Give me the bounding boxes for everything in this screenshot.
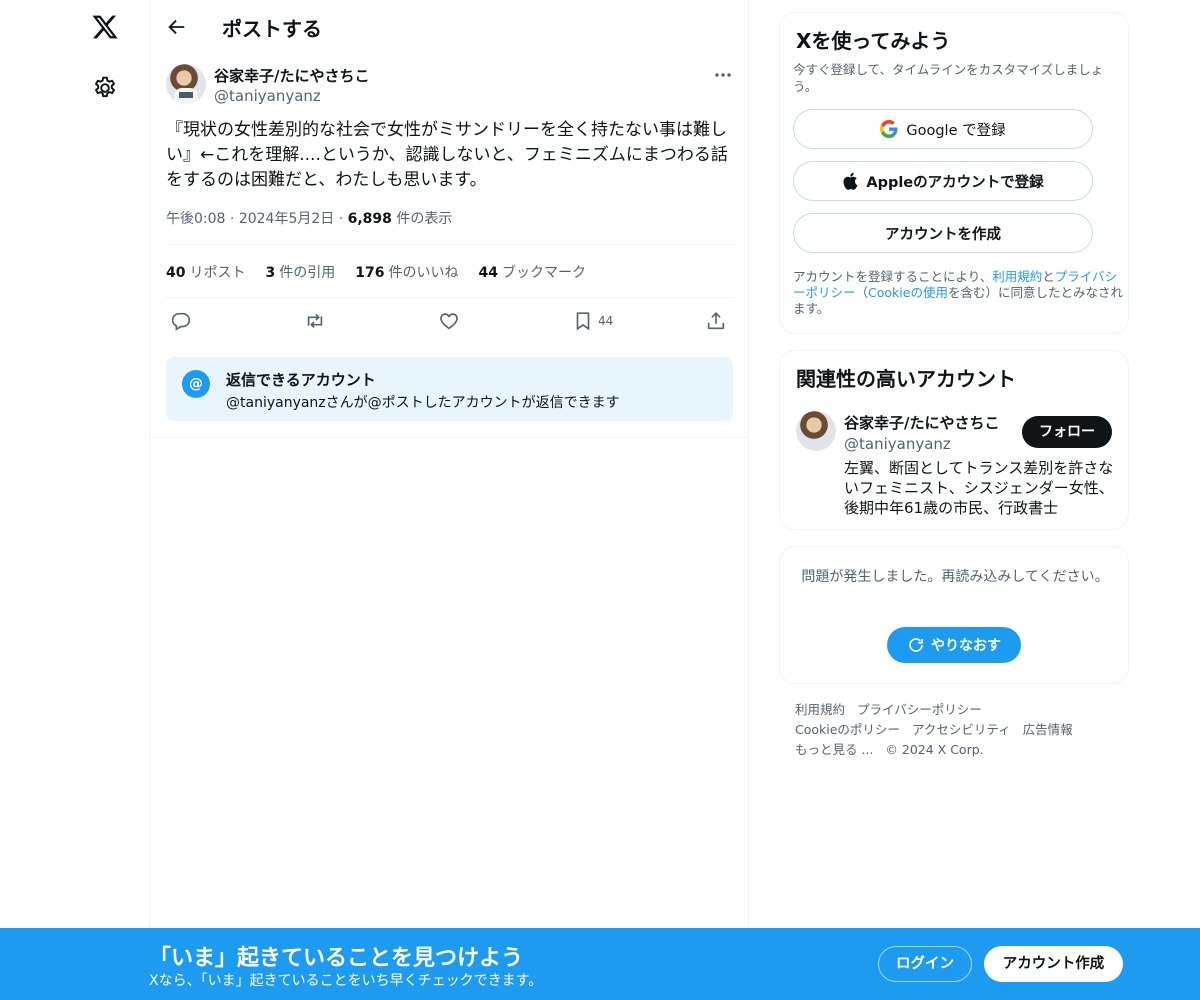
views-count: 6,898: [347, 211, 392, 227]
stat-label: 件の引用: [279, 265, 336, 281]
footer-links: 利用規約 プライバシーポリシー Cookieのポリシー アクセシビリティ 広告情報 も…: [795, 700, 1115, 760]
cookie-link[interactable]: Cookieの使用: [868, 285, 948, 300]
like-button[interactable]: [438, 309, 460, 333]
arrow-left-icon[interactable]: [166, 16, 188, 38]
bookmark-icon: [576, 312, 590, 331]
avatar-shirt-print: [179, 92, 193, 98]
author-name[interactable]: 谷家幸子/たにやさちこ: [214, 65, 369, 86]
stat-bookmarks[interactable]: 44 ブックマーク: [478, 262, 585, 282]
reply-restriction-notice: @ 返信できるアカウント @taniyanyanzさんが@ポストしたアカウントが…: [166, 357, 733, 421]
x-logo-icon[interactable]: [91, 13, 119, 41]
post-actions: 44: [166, 309, 734, 333]
stat-count: 176: [355, 265, 385, 281]
stat-label: 件のいいね: [388, 265, 459, 281]
heart-icon: [440, 313, 458, 330]
post-meta: 午後0:08 · 2024年5月2日 · 6,898 件の表示: [166, 208, 452, 228]
stat-count: 3: [265, 265, 276, 281]
views-label: 件の表示: [396, 211, 453, 227]
share-button[interactable]: [705, 309, 727, 333]
refresh-icon: [909, 638, 923, 652]
repost-button[interactable]: [304, 309, 326, 333]
left-nav: [0, 0, 150, 1000]
related-account-bio: 左翼、断固としてトランス差別を許さないフェミニスト、シスジェンダー女性、後期中年…: [844, 459, 1114, 517]
repost-icon: [307, 313, 323, 329]
reply-restriction-title: 返信できるアカウント: [226, 371, 376, 389]
error-card: 問題が発生しました。再読み込みしてください。 やりなおす: [779, 546, 1129, 684]
divider: [166, 297, 734, 298]
legal-and: と: [1042, 269, 1055, 284]
create-account-label: アカウントを作成: [885, 226, 1001, 243]
post-stats: 40 リポスト 3 件の引用 176 件のいいね 44 ブックマーク: [166, 262, 586, 282]
banner-create-account-button[interactable]: アカウント作成: [984, 946, 1123, 982]
related-account-handle[interactable]: @taniyanyanz: [844, 435, 951, 453]
related-account-name[interactable]: 谷家幸子/たにやさちこ: [844, 412, 999, 433]
stat-label: ブックマーク: [501, 265, 586, 281]
banner-title: 「いま」起きていることを見つけよう: [149, 946, 524, 971]
banner-subtitle: Xなら、「いま」起きていることをいち早くチェックできます。: [149, 973, 543, 989]
stat-count: 40: [166, 265, 186, 281]
legal-notice: アカウントを登録することにより、利用規約とプライバシーポリシー（Cookieの使…: [793, 269, 1123, 317]
reply-icon: [171, 312, 191, 331]
signup-title: Xを使ってみよう: [796, 29, 951, 53]
signup-subtitle: 今すぐ登録して、タイムラインをカスタマイズしましょう。: [793, 62, 1104, 94]
terms-link[interactable]: 利用規約: [992, 269, 1042, 284]
legal-open: （: [855, 285, 869, 300]
share-icon: [707, 312, 725, 330]
related-title: 関連性の高いアカウント: [796, 367, 1016, 391]
footer-link-more[interactable]: もっと見る ...: [795, 742, 873, 757]
google-icon: [880, 120, 898, 138]
create-account-button[interactable]: アカウントを作成: [793, 213, 1093, 253]
stat-count: 44: [478, 265, 498, 281]
related-accounts-card: 関連性の高いアカウント 谷家幸子/たにやさちこ @taniyanyanz フォロ…: [779, 350, 1129, 530]
login-button[interactable]: ログイン: [878, 946, 972, 982]
google-signup-label: Google で登録: [906, 122, 1006, 139]
bookmark-button[interactable]: 44: [572, 309, 613, 333]
signup-card: Xを使ってみよう 今すぐ登録して、タイムラインをカスタマイズしましょう。 Goo…: [779, 12, 1129, 334]
retry-label: やりなおす: [931, 638, 1001, 654]
avatar[interactable]: [796, 411, 836, 451]
divider: [150, 437, 748, 438]
follow-button[interactable]: フォロー: [1022, 416, 1112, 448]
header: ポストする: [150, 0, 748, 53]
stat-quotes[interactable]: 3 件の引用: [265, 262, 335, 282]
google-signup-button[interactable]: Google で登録: [793, 109, 1093, 149]
footer-link-accessibility[interactable]: アクセシビリティ: [912, 722, 1011, 737]
bookmark-count: 44: [598, 314, 614, 328]
footer-link-ads[interactable]: 広告情報: [1023, 722, 1073, 737]
author-handle[interactable]: @taniyanyanz: [214, 87, 321, 105]
post-date[interactable]: 2024年5月2日: [239, 211, 334, 227]
retry-button[interactable]: やりなおす: [887, 627, 1021, 663]
at-icon: @: [182, 370, 210, 398]
stat-label: リポスト: [189, 265, 246, 281]
post-time[interactable]: 午後0:08: [166, 211, 225, 227]
divider: [166, 244, 734, 245]
post-text: 『現状の女性差別的な社会で女性がミサンドリーを全く持たない事は難しい』←これを理…: [166, 120, 728, 190]
gear-icon[interactable]: [92, 75, 118, 101]
error-message: 問題が発生しました。再読み込みしてください。: [801, 569, 1109, 585]
apple-signup-label: Appleのアカウントで登録: [866, 174, 1044, 191]
more-icon[interactable]: [712, 66, 734, 84]
legal-prefix: アカウントを登録することにより、: [793, 269, 993, 284]
stat-likes[interactable]: 176 件のいいね: [355, 262, 458, 282]
footer-link-terms[interactable]: 利用規約: [795, 702, 845, 717]
stat-reposts[interactable]: 40 リポスト: [166, 262, 245, 282]
avatar[interactable]: [166, 64, 206, 104]
page-title: ポストする: [222, 17, 322, 41]
main-column: ポストする 谷家幸子/たにやさちこ @taniyanyanz 『現状の女性差別的…: [149, 0, 749, 930]
meta-separator: ·: [338, 211, 344, 227]
footer-link-cookies[interactable]: Cookieのポリシー: [795, 722, 900, 737]
reply-button[interactable]: [170, 309, 192, 333]
apple-signup-button[interactable]: Appleのアカウントで登録: [793, 161, 1093, 201]
footer-link-privacy[interactable]: プライバシーポリシー: [857, 702, 982, 717]
copyright: © 2024 X Corp.: [885, 742, 984, 757]
bottom-signup-banner: 「いま」起きていることを見つけよう Xなら、「いま」起きていることをいち早くチェ…: [0, 928, 1200, 1000]
apple-icon: [843, 172, 858, 190]
meta-separator: ·: [229, 211, 235, 227]
reply-restriction-description: @taniyanyanzさんが@ポストしたアカウントが返信できます: [226, 395, 620, 411]
